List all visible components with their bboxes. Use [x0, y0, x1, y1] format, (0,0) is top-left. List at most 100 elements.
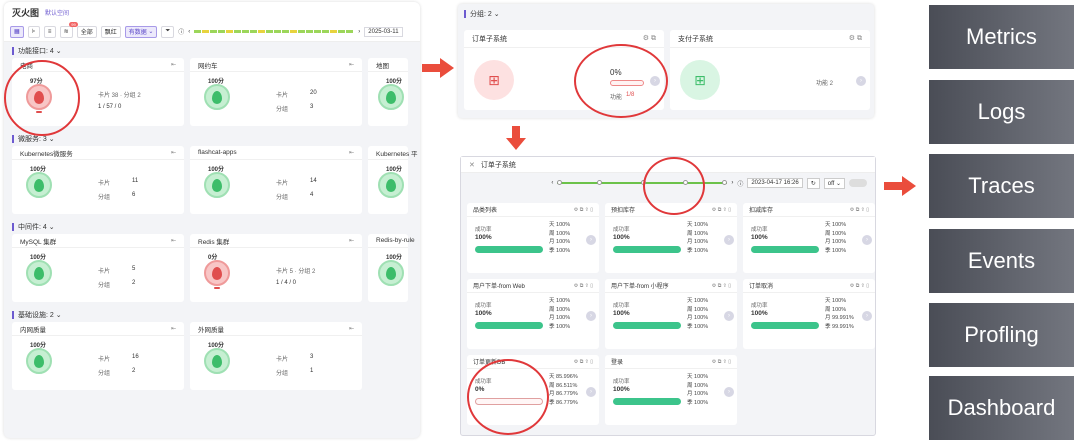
card-intranet[interactable]: 内网质量 ⇤ 100分 卡片 16 分组 2 [12, 322, 184, 390]
enter-icon[interactable]: › [724, 311, 734, 321]
card-redis[interactable]: Redis 集群 ⇤ 0分 卡片 5 · 分组 2 1 / 4 / 0 [190, 234, 362, 302]
card-value: 4 [310, 192, 314, 198]
timeline[interactable] [194, 29, 354, 35]
card-key: 分组 [98, 371, 111, 377]
card-value: 5 [132, 266, 136, 272]
collapse-icon[interactable]: ⇤ [171, 61, 176, 68]
close-icon[interactable]: ✕ [469, 161, 475, 169]
enter-icon[interactable]: › [862, 235, 872, 245]
group-title[interactable]: 微服务: 3 ⌄ [12, 132, 412, 146]
enter-icon[interactable]: › [724, 387, 734, 397]
enter-icon[interactable]: › [586, 235, 596, 245]
settings-icon[interactable]: ⚙ ⧉ ⇪ ▯ [850, 283, 869, 289]
group-title[interactable]: 中间件: 4 ⌄ [12, 220, 412, 234]
settings-icon[interactable]: ⚙ ⧉ ⇪ ▯ [850, 207, 869, 213]
grid-icon: ⊞ [680, 60, 720, 100]
collapse-icon[interactable]: ⇤ [171, 325, 176, 332]
rate-value: 100% [751, 310, 768, 317]
collapse-icon[interactable]: ⇤ [349, 325, 354, 332]
space-link[interactable]: 默认空间 [45, 8, 69, 17]
card-title: 订单子系统 [472, 35, 507, 43]
list-view-icon[interactable]: ≡ [43, 25, 56, 38]
group-title[interactable]: 基础设施: 2 ⌄ [12, 308, 412, 322]
card-value: 2 [132, 368, 136, 374]
enter-icon[interactable]: › [586, 387, 596, 397]
collapse-icon[interactable]: ⇤ [349, 149, 354, 156]
group-title[interactable]: 功能接口: 4 ⌄ [12, 44, 412, 58]
card-stats: 卡片 5 · 分组 2 [276, 269, 316, 275]
card-flashcat[interactable]: flashcat-apps ⇤ 100分 卡片 14 分组 4 [190, 146, 362, 214]
settings-icon[interactable]: ⚙ ⧉ [643, 34, 656, 43]
card-value: 3 [310, 104, 314, 110]
settings-icon[interactable]: ⚙ ⧉ ⇪ ▯ [712, 207, 731, 213]
card-counts: 1 / 4 / 0 [276, 280, 297, 286]
date-picker[interactable]: 2023-04-17 16:26 [747, 178, 803, 188]
card-map[interactable]: 地图 100分 [368, 58, 408, 126]
collapse-icon[interactable]: ⇤ [349, 237, 354, 244]
notification-icon[interactable]: ≋ 99 [59, 21, 78, 38]
card-title: 登录 [611, 360, 624, 366]
next-icon[interactable]: › [731, 180, 733, 186]
rate-bar [613, 246, 681, 253]
collapse-icon[interactable]: ⇤ [171, 237, 176, 244]
refresh-icon[interactable]: ↻ [806, 177, 820, 189]
card-category-list[interactable]: 品类列表 ⚙ ⧉ ⇪ ▯ 成功率 100% 天 100% 周 100% 月 100% 季… [467, 203, 599, 273]
enter-icon[interactable]: › [586, 311, 596, 321]
card-redis-by-rule[interactable]: Redis-by-rule 100分 [368, 234, 415, 302]
settings-icon[interactable]: ⚙ ⧉ ⇪ ▯ [574, 207, 593, 213]
date-picker[interactable]: 2025-03-11 [364, 26, 403, 37]
highlight-circle [574, 44, 668, 118]
traces-label: Traces [929, 154, 1074, 218]
card-order-web[interactable]: 用户下单-from Web ⚙ ⧉ ⇪ ▯ 成功率 100% 天 100% 周 10… [467, 279, 599, 349]
highlight-circle [467, 359, 549, 435]
collapse-icon[interactable]: ⇤ [349, 61, 354, 68]
card-key: 分组 [276, 195, 289, 201]
rate-bar [475, 246, 543, 253]
card-order-cancel[interactable]: 订单取消 ⚙ ⧉ ⇪ ▯ 成功率 100% 天 100% 周 100% 月 99.99… [743, 279, 875, 349]
rate-bar [613, 322, 681, 329]
refresh-select[interactable]: off ⌄ [823, 177, 845, 189]
collapse-icon[interactable]: ⇤ [171, 149, 176, 156]
funnel-icon[interactable]: ⏷ [161, 25, 175, 38]
settings-icon[interactable]: ⚙ ⧉ ⇪ ▯ [574, 283, 593, 289]
dashboard-label: Dashboard [929, 376, 1074, 440]
rate-label: 成功率 [613, 379, 630, 385]
card-payment-subsystem[interactable]: 支付子系统 ⚙ ⧉ ⊞ 功能 2 › [670, 30, 870, 110]
rate-label: 成功率 [751, 303, 768, 309]
card-mysql[interactable]: MySQL 集群 ⇤ 100分 卡片 5 分组 2 [12, 234, 184, 302]
prev-icon[interactable]: ‹ [551, 180, 553, 186]
card-k8s-platform[interactable]: Kubernetes 平 100分 [368, 146, 418, 214]
card-login[interactable]: 登录 ⚙ ⧉ ⇪ ▯ 成功率 100% 天 100% 周 100% 月 100% 季 1… [605, 355, 737, 425]
next-icon[interactable]: › [358, 29, 360, 35]
settings-icon[interactable]: ⚙ ⧉ ⇪ ▯ [574, 359, 593, 365]
prev-icon[interactable]: ‹ [188, 29, 190, 35]
flame-icon [26, 172, 52, 198]
card-value: 20 [310, 90, 317, 96]
filter-all-button[interactable]: 全部 [76, 25, 97, 38]
card-title: 外网质量 [198, 326, 224, 334]
card-deduct-stock[interactable]: 扣减库存 ⚙ ⧉ ⇪ ▯ 成功率 100% 天 100% 周 100% 月 100% 季… [743, 203, 875, 273]
settings-icon[interactable]: ⚙ ⧉ ⇪ ▯ [712, 359, 731, 365]
card-ride-hailing[interactable]: 网约车 ⇤ 100分 卡片 20 分组 3 [190, 58, 362, 126]
settings-icon[interactable]: ⚙ ⧉ ⇪ ▯ [712, 283, 731, 289]
enter-icon[interactable]: › [856, 76, 866, 86]
card-k8s[interactable]: Kubernetes微服务 ⇤ 100分 卡片 11 分组 6 [12, 146, 184, 214]
card-order-miniprogram[interactable]: 用户下单-from 小程序 ⚙ ⧉ ⇪ ▯ 成功率 100% 天 100% 周 10… [605, 279, 737, 349]
grid-view-icon[interactable]: ▦ [10, 25, 24, 38]
enter-icon[interactable]: › [862, 311, 872, 321]
enter-icon[interactable]: › [724, 235, 734, 245]
filter-data-select[interactable]: 有数据 ⌄ [124, 25, 158, 38]
rate-value: 100% [751, 234, 768, 241]
settings-icon[interactable]: ⚙ ⧉ [849, 34, 862, 43]
group-title[interactable]: 分组: 2 ⌄ [458, 4, 874, 24]
card-extranet[interactable]: 外网质量 ⇤ 100分 卡片 3 分组 1 [190, 322, 362, 390]
tree-view-icon[interactable]: ⊧ [27, 25, 40, 38]
card-value: 14 [310, 178, 317, 184]
card-value: 11 [132, 178, 139, 184]
card-key: 卡片 [98, 357, 111, 363]
toggle-switch[interactable] [849, 179, 867, 187]
flame-icon [26, 260, 52, 286]
filter-red-button[interactable]: 飘红 [100, 25, 121, 38]
card-title: 网约车 [198, 62, 218, 70]
card-key: 卡片 [98, 181, 111, 187]
